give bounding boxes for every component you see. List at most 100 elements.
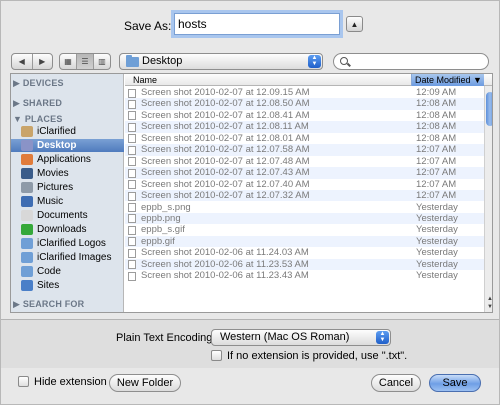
icon-view-button[interactable]: ▦ bbox=[60, 54, 77, 69]
view-mode-control: ▦ ☰ ▥ bbox=[59, 53, 111, 70]
file-date: Yesterday bbox=[416, 201, 458, 213]
document-icon bbox=[128, 145, 136, 155]
icon-view-icon: ▦ bbox=[64, 57, 72, 66]
file-date: 12:07 AM bbox=[416, 155, 457, 167]
column-view-button[interactable]: ▥ bbox=[94, 54, 110, 69]
new-folder-button[interactable]: New Folder bbox=[109, 374, 181, 392]
file-name: eppb.png bbox=[141, 212, 181, 224]
extension-checkbox[interactable] bbox=[211, 350, 222, 361]
list-view-icon: ☰ bbox=[81, 57, 89, 66]
encoding-value: Western (Mac OS Roman) bbox=[220, 331, 350, 343]
file-row[interactable]: Screen shot 2010-02-07 at 12.08.50 AM 12:… bbox=[125, 98, 485, 110]
sidebar-item[interactable]: Code bbox=[11, 265, 124, 278]
sidebar-item-label: Pictures bbox=[37, 182, 74, 193]
scroll-up-arrow-icon[interactable]: ▲ bbox=[486, 296, 492, 302]
file-row[interactable]: Screen shot 2010-02-07 at 12.07.40 AM 12:… bbox=[125, 179, 485, 190]
file-row[interactable]: Screen shot 2010-02-07 at 12.07.48 AM 12:… bbox=[125, 156, 485, 167]
file-row[interactable]: Screen shot 2010-02-07 at 12.08.01 AM 12:… bbox=[125, 133, 485, 144]
cancel-button[interactable]: Cancel bbox=[371, 374, 421, 392]
file-row[interactable]: Screen shot 2010-02-06 at 11.23.43 AM Yes… bbox=[125, 270, 485, 281]
applications-icon bbox=[21, 154, 33, 165]
file-row[interactable]: Screen shot 2010-02-07 at 12.08.41 AM 12:… bbox=[125, 110, 485, 121]
file-row[interactable]: Screen shot 2010-02-06 at 11.23.53 AM Yes… bbox=[125, 258, 485, 271]
file-row[interactable]: Screen shot 2010-02-07 at 12.07.58 AM 12:… bbox=[125, 144, 485, 156]
file-row[interactable]: eppb.png Yesterday bbox=[125, 212, 485, 225]
sidebar-item[interactable]: Downloads bbox=[11, 223, 124, 236]
sidebar-section-devices[interactable]: ▶ DEVICES bbox=[13, 78, 64, 89]
back-button[interactable]: ◀ bbox=[12, 54, 33, 69]
file-name: Screen shot 2010-02-07 at 12.09.15 AM bbox=[141, 87, 310, 98]
file-date: 12:07 AM bbox=[416, 144, 457, 156]
file-date: Yesterday bbox=[416, 258, 458, 270]
hide-extension-option[interactable]: Hide extension bbox=[18, 376, 107, 388]
file-date: Yesterday bbox=[416, 235, 458, 247]
sidebar-item[interactable]: Sites bbox=[11, 279, 124, 292]
save-button[interactable]: Save bbox=[429, 374, 481, 392]
file-name: eppb_s.gif bbox=[141, 224, 185, 236]
extension-note: If no extension is provided, use ".txt". bbox=[227, 350, 408, 362]
folder-icon bbox=[21, 266, 33, 277]
desktop-icon bbox=[21, 140, 33, 151]
file-date: Yesterday bbox=[416, 224, 458, 236]
file-row[interactable]: eppb_s.gif Yesterday bbox=[125, 224, 485, 235]
file-row[interactable]: Screen shot 2010-02-07 at 12.09.15 AM 12:… bbox=[125, 87, 485, 98]
file-browser: ▶ DEVICES ▶ SHARED ▼ PLACES iClarified De… bbox=[10, 73, 493, 313]
file-date: 12:08 AM bbox=[416, 132, 457, 144]
vertical-scrollbar[interactable]: ▲ ▼ bbox=[484, 86, 492, 312]
file-row[interactable]: Screen shot 2010-02-07 at 12.07.32 AM 12:… bbox=[125, 190, 485, 202]
document-icon bbox=[128, 88, 136, 98]
sidebar-section-places[interactable]: ▼ PLACES bbox=[13, 114, 63, 124]
file-row[interactable]: Screen shot 2010-02-07 at 12.08.11 AM 12:… bbox=[125, 121, 485, 133]
column-date-header[interactable]: Date Modified ▼ bbox=[411, 74, 484, 86]
file-name: Screen shot 2010-02-07 at 12.07.58 AM bbox=[141, 144, 310, 156]
sidebar-item[interactable]: Documents bbox=[11, 209, 124, 222]
popup-arrows-icon: ▲ ▼ bbox=[308, 55, 321, 68]
file-name: Screen shot 2010-02-07 at 12.07.43 AM bbox=[141, 167, 310, 179]
file-date: Yesterday bbox=[416, 212, 458, 224]
file-row[interactable]: Screen shot 2010-02-07 at 12.07.43 AM 12:… bbox=[125, 167, 485, 179]
search-field[interactable] bbox=[333, 53, 489, 70]
documents-icon bbox=[21, 210, 33, 221]
file-date: 12:07 AM bbox=[416, 190, 457, 202]
file-name: Screen shot 2010-02-06 at 11.23.43 AM bbox=[141, 270, 309, 282]
column-name-header[interactable]: Name bbox=[133, 75, 157, 85]
sidebar-item-label: Music bbox=[37, 196, 64, 207]
collapse-dialog-button[interactable]: ▲ bbox=[346, 16, 363, 32]
scroll-down-arrow-icon[interactable]: ▼ bbox=[486, 304, 492, 310]
file-name: eppb.gif bbox=[141, 235, 175, 247]
sidebar-item-label: iClarified bbox=[37, 126, 76, 137]
sidebar-item[interactable]: Movies bbox=[11, 167, 124, 180]
sidebar-section-shared[interactable]: ▶ SHARED bbox=[13, 98, 62, 109]
sidebar-item[interactable]: Music bbox=[11, 195, 124, 208]
location-popup[interactable]: Desktop ▲ ▼ bbox=[119, 53, 323, 70]
file-date: 12:08 AM bbox=[416, 98, 457, 110]
hide-extension-checkbox[interactable] bbox=[18, 376, 29, 387]
file-name: eppb_s.png bbox=[141, 201, 191, 213]
filename-input[interactable] bbox=[174, 13, 340, 35]
sidebar-item[interactable]: iClarified Logos bbox=[11, 237, 124, 250]
search-icon bbox=[340, 57, 348, 65]
list-view-button[interactable]: ☰ bbox=[77, 54, 94, 69]
document-icon bbox=[128, 157, 136, 167]
file-row[interactable]: eppb_s.png Yesterday bbox=[125, 202, 485, 213]
file-row[interactable]: Screen shot 2010-02-06 at 11.24.03 AM Yes… bbox=[125, 247, 485, 258]
sidebar-item[interactable]: iClarified bbox=[11, 125, 124, 138]
sidebar-item[interactable]: iClarified Images bbox=[11, 251, 124, 264]
document-icon bbox=[128, 225, 136, 235]
encoding-label: Plain Text Encoding: bbox=[116, 332, 216, 344]
sidebar-item-label: Movies bbox=[37, 168, 69, 179]
file-date: Yesterday bbox=[416, 270, 458, 282]
sidebar-item[interactable]: Pictures bbox=[11, 181, 124, 194]
file-name: Screen shot 2010-02-06 at 11.24.03 AM bbox=[141, 247, 309, 259]
file-row[interactable]: eppb.gif Yesterday bbox=[125, 235, 485, 248]
document-icon bbox=[128, 99, 136, 109]
forward-button[interactable]: ▶ bbox=[33, 54, 53, 69]
sidebar-item[interactable]: Applications bbox=[11, 153, 124, 166]
sidebar-section-search-for[interactable]: ▶ SEARCH FOR bbox=[13, 299, 84, 310]
encoding-popup[interactable]: Western (Mac OS Roman) ▲ ▼ bbox=[211, 329, 391, 346]
document-icon bbox=[128, 203, 136, 212]
file-name: Screen shot 2010-02-07 at 12.08.50 AM bbox=[141, 98, 310, 110]
scroll-thumb[interactable] bbox=[486, 92, 492, 126]
sidebar-item[interactable]: Desktop bbox=[11, 139, 124, 152]
extension-option[interactable]: If no extension is provided, use ".txt". bbox=[211, 350, 407, 362]
